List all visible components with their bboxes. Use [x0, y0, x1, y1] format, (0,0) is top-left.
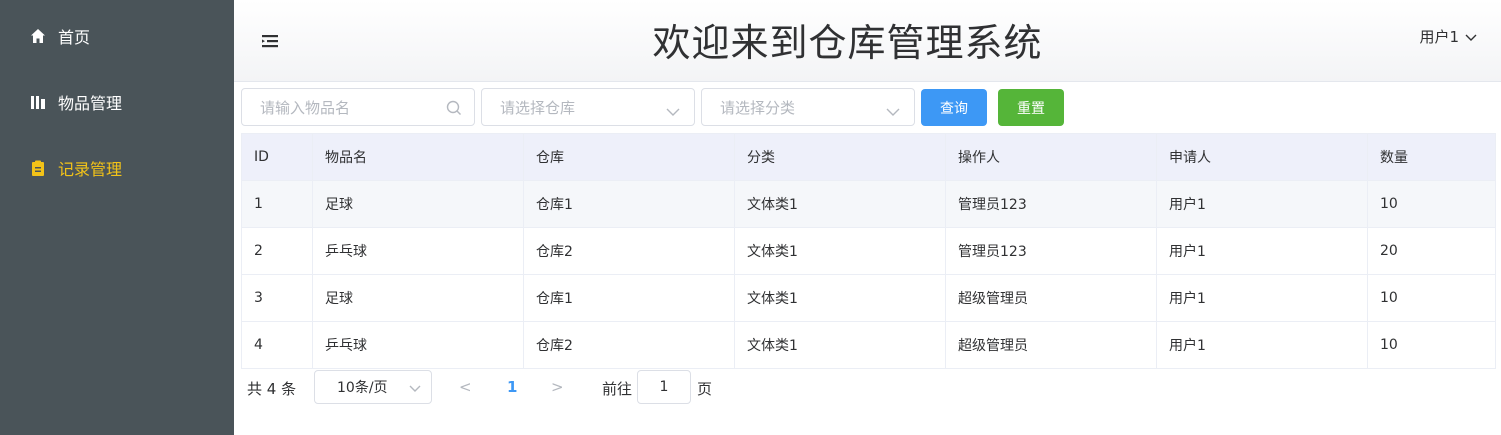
cell-category: 文体类1	[734, 321, 946, 369]
sidebar: 首页 物品管理 记录管理	[0, 0, 234, 435]
goto-label: 前往	[602, 380, 633, 398]
cell-quantity: 10	[1367, 180, 1496, 228]
cell-applicant: 用户1	[1156, 321, 1368, 369]
records-table: ID 物品名 仓库 分类 操作人 申请人 数量 1 足球 仓库1 文体类1 管理…	[241, 133, 1496, 369]
goto-page-input[interactable]: 1	[637, 370, 691, 404]
cell-operator: 管理员123	[945, 180, 1157, 228]
chevron-down-icon	[886, 103, 902, 119]
cell-quantity: 20	[1367, 227, 1496, 275]
search-icon	[446, 100, 462, 116]
sidebar-item-records[interactable]: 记录管理	[0, 148, 234, 188]
column-header-warehouse: 仓库	[523, 133, 735, 181]
prev-page-button[interactable]: <	[459, 378, 472, 396]
next-page-button[interactable]: >	[551, 378, 564, 396]
home-icon	[30, 28, 46, 44]
sidebar-item-home[interactable]: 首页	[0, 16, 234, 56]
table-row[interactable]: 4 乒乓球 仓库2 文体类1 超级管理员 用户1 10	[241, 321, 1496, 369]
chevron-down-icon	[1465, 28, 1477, 46]
cell-operator: 超级管理员	[945, 274, 1157, 322]
table-row[interactable]: 3 足球 仓库1 文体类1 超级管理员 用户1 10	[241, 274, 1496, 322]
table-row[interactable]: 1 足球 仓库1 文体类1 管理员123 用户1 10	[241, 180, 1496, 228]
cell-applicant: 用户1	[1156, 227, 1368, 275]
cell-warehouse: 仓库1	[523, 274, 735, 322]
sidebar-item-items[interactable]: 物品管理	[0, 82, 234, 122]
cell-item-name: 足球	[312, 180, 524, 228]
bars-icon	[30, 94, 46, 110]
user-menu[interactable]: 用户1	[1419, 26, 1477, 47]
warehouse-select[interactable]: 请选择仓库	[481, 88, 695, 126]
cell-applicant: 用户1	[1156, 274, 1368, 322]
cell-applicant: 用户1	[1156, 180, 1368, 228]
cell-item-name: 乒乓球	[312, 227, 524, 275]
page-size-value: 10条/页	[337, 380, 388, 396]
column-header-id: ID	[241, 133, 313, 181]
cell-item-name: 足球	[312, 274, 524, 322]
category-placeholder: 请选择分类	[720, 98, 796, 117]
sidebar-item-label: 物品管理	[58, 94, 123, 113]
item-name-input[interactable]: 请输入物品名	[241, 88, 475, 126]
page-title: 欢迎来到仓库管理系统	[652, 21, 1043, 65]
cell-id: 1	[241, 180, 313, 228]
cell-category: 文体类1	[734, 180, 946, 228]
warehouse-placeholder: 请选择仓库	[500, 98, 576, 117]
clipboard-icon	[30, 160, 46, 176]
item-name-placeholder: 请输入物品名	[260, 98, 351, 117]
cell-operator: 超级管理员	[945, 321, 1157, 369]
query-button[interactable]: 查询	[921, 89, 987, 126]
reset-button[interactable]: 重置	[998, 89, 1064, 126]
page-number-1[interactable]: 1	[507, 378, 517, 396]
cell-operator: 管理员123	[945, 227, 1157, 275]
page-size-select[interactable]: 10条/页	[314, 370, 432, 404]
cell-id: 2	[241, 227, 313, 275]
search-bar: 请输入物品名 请选择仓库 请选择分类 查询 重置	[241, 88, 1501, 126]
cell-warehouse: 仓库2	[523, 227, 735, 275]
cell-quantity: 10	[1367, 321, 1496, 369]
cell-category: 文体类1	[734, 227, 946, 275]
pagination: 共 4 条 10条/页 < 1 > 前往 1 页	[241, 370, 1501, 404]
user-name: 用户1	[1419, 28, 1459, 46]
column-header-item-name: 物品名	[312, 133, 524, 181]
column-header-category: 分类	[734, 133, 946, 181]
cell-warehouse: 仓库2	[523, 321, 735, 369]
chevron-down-icon	[666, 103, 682, 119]
table-header-row: ID 物品名 仓库 分类 操作人 申请人 数量	[241, 133, 1496, 181]
column-header-operator: 操作人	[945, 133, 1157, 181]
column-header-applicant: 申请人	[1156, 133, 1368, 181]
cell-id: 4	[241, 321, 313, 369]
cell-item-name: 乒乓球	[312, 321, 524, 369]
table-row[interactable]: 2 乒乓球 仓库2 文体类1 管理员123 用户1 20	[241, 227, 1496, 275]
cell-quantity: 10	[1367, 274, 1496, 322]
pagination-total: 共 4 条	[247, 380, 297, 398]
column-header-quantity: 数量	[1367, 133, 1496, 181]
header: 欢迎来到仓库管理系统 用户1	[234, 0, 1501, 82]
sidebar-item-label: 记录管理	[58, 160, 123, 179]
cell-category: 文体类1	[734, 274, 946, 322]
chevron-down-icon	[409, 381, 421, 397]
sidebar-item-label: 首页	[58, 28, 91, 47]
page-suffix-label: 页	[697, 380, 713, 398]
cell-warehouse: 仓库1	[523, 180, 735, 228]
cell-id: 3	[241, 274, 313, 322]
category-select[interactable]: 请选择分类	[701, 88, 915, 126]
